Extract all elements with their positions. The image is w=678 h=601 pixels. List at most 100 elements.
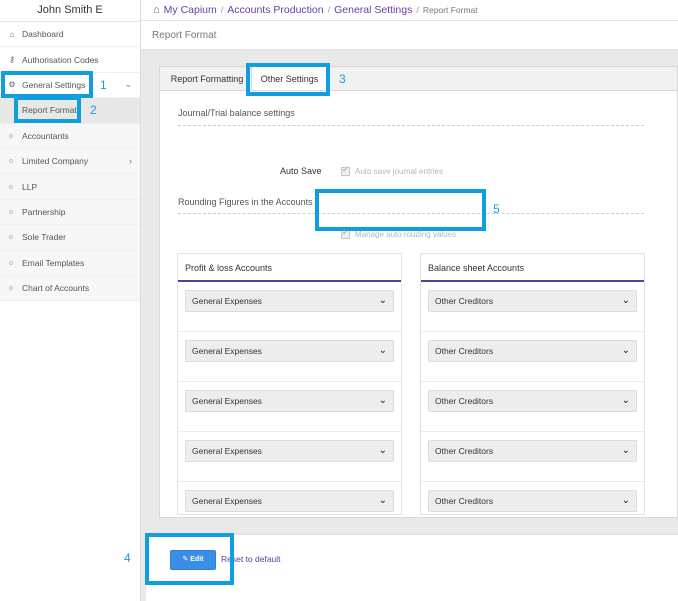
breadcrumb-current: Report Format: [422, 5, 478, 15]
balance-sheet-select[interactable]: Other Creditors ⌄: [428, 390, 637, 412]
profit-loss-select[interactable]: General Expenses ⌄: [185, 340, 394, 362]
list-item: Other Creditors ⌄: [421, 432, 644, 482]
balance-sheet-select[interactable]: Other Creditors ⌄: [428, 490, 637, 512]
sidebar-item-label: Accountants: [22, 130, 69, 141]
chevron-down-icon: ⌄: [378, 445, 387, 456]
auto-save-label: Auto Save: [280, 166, 322, 176]
breadcrumb-separator: /: [327, 5, 331, 15]
auto-save-checkbox-label: Auto save journal entries: [355, 167, 444, 176]
sidebar-item-label: Chart of Accounts: [22, 283, 90, 294]
tab-report-formatting[interactable]: Report Formatting: [164, 67, 250, 91]
callout-box-2: [14, 96, 81, 123]
sidebar-item-accountants[interactable]: Accountants: [0, 123, 140, 149]
sidebar-item-chart-of-accounts[interactable]: Chart of Accounts: [0, 275, 140, 302]
select-value: Other Creditors: [435, 446, 494, 456]
select-value: General Expenses: [192, 396, 262, 406]
chevron-down-icon: ⌄: [378, 495, 387, 506]
bullet-icon: [9, 133, 13, 138]
divider: [178, 125, 644, 126]
balance-sheet-select[interactable]: Other Creditors ⌄: [428, 340, 637, 362]
list-item: General Expenses ⌄: [178, 432, 401, 482]
profit-loss-select[interactable]: General Expenses ⌄: [185, 390, 394, 412]
sidebar-item-label: Partnership: [22, 206, 66, 217]
profit-loss-select[interactable]: General Expenses ⌄: [185, 490, 394, 512]
key-icon: ⚷: [9, 55, 15, 65]
sidebar-item-label: LLP: [22, 181, 38, 192]
callout-box-1: [1, 71, 93, 98]
list-item: General Expenses ⌄: [178, 332, 401, 382]
sidebar-item-label: Email Templates: [22, 257, 85, 268]
chevron-down-icon: ⌄: [621, 395, 630, 406]
home-icon: ⌂: [9, 29, 15, 39]
callout-box-4: [145, 533, 234, 585]
other-settings-panel: Journal/Trial balance settings Auto Save…: [159, 90, 678, 518]
user-name: John Smith E: [0, 0, 140, 22]
balance-sheet-select[interactable]: Other Creditors ⌄: [428, 290, 637, 312]
select-value: General Expenses: [192, 296, 262, 306]
select-value: Other Creditors: [435, 496, 494, 506]
callout-number-1: 1: [100, 78, 107, 92]
select-value: Other Creditors: [435, 396, 494, 406]
page-title: Report Format: [141, 20, 678, 50]
profit-loss-select[interactable]: General Expenses ⌄: [185, 440, 394, 462]
chevron-down-icon: ⌄: [124, 79, 132, 90]
sidebar-item-email-templates[interactable]: Email Templates: [0, 250, 140, 276]
callout-box-5: [315, 189, 486, 231]
chevron-down-icon: ⌄: [621, 495, 630, 506]
tab-bar: Report Formatting Other Settings: [159, 66, 678, 92]
select-value: Other Creditors: [435, 346, 494, 356]
bullet-icon: [9, 286, 13, 291]
profit-loss-select[interactable]: General Expenses ⌄: [185, 290, 394, 312]
chevron-down-icon: ⌄: [378, 345, 387, 356]
bullet-icon: [9, 159, 13, 164]
profit-loss-accounts: Profit & loss Accounts General Expenses ⌄…: [177, 253, 402, 515]
sidebar-item-dashboard[interactable]: ⌂ Dashboard: [0, 22, 140, 48]
list-item: Other Creditors ⌄: [421, 382, 644, 432]
rounding-section-title: Rounding Figures in the Accounts: [178, 197, 313, 207]
select-value: General Expenses: [192, 346, 262, 356]
breadcrumb-general-settings[interactable]: General Settings: [334, 4, 412, 16]
sidebar-item-authorisation-codes[interactable]: ⚷ Authorisation Codes: [0, 47, 140, 73]
select-value: Other Creditors: [435, 296, 494, 306]
profit-loss-header: Profit & loss Accounts: [178, 254, 401, 282]
sidebar-item-sole-trader[interactable]: Sole Trader: [0, 225, 140, 251]
bullet-icon: [9, 184, 13, 189]
bullet-icon: [9, 260, 13, 265]
list-item: General Expenses ⌄: [178, 482, 401, 532]
sidebar-item-limited-company[interactable]: Limited Company ›: [0, 148, 140, 175]
callout-number-3: 3: [339, 72, 346, 86]
callout-number-2: 2: [90, 103, 97, 117]
balance-sheet-accounts: Balance sheet Accounts Other Creditors ⌄ …: [420, 253, 645, 515]
breadcrumb-my-capium[interactable]: My Capium: [164, 4, 217, 16]
sidebar-item-label: Sole Trader: [22, 232, 66, 243]
breadcrumb-separator: /: [220, 5, 224, 15]
list-item: Other Creditors ⌄: [421, 282, 644, 332]
list-item: Other Creditors ⌄: [421, 482, 644, 532]
sidebar-item-partnership[interactable]: Partnership: [0, 199, 140, 226]
manage-rounding-checkbox-label: Manage auto rouding values: [355, 230, 456, 239]
chevron-down-icon: ⌄: [378, 395, 387, 406]
auto-save-checkbox[interactable]: [341, 165, 350, 176]
balance-sheet-select[interactable]: Other Creditors ⌄: [428, 440, 637, 462]
chevron-down-icon: ⌄: [621, 445, 630, 456]
balance-sheet-header: Balance sheet Accounts: [421, 254, 644, 282]
list-item: Other Creditors ⌄: [421, 332, 644, 382]
list-item: General Expenses ⌄: [178, 282, 401, 332]
chevron-down-icon: ⌄: [378, 295, 387, 306]
callout-number-4: 4: [124, 551, 131, 565]
settings-card: Report Formatting Other Settings Journal…: [159, 66, 678, 518]
bullet-icon: [9, 209, 13, 214]
chevron-down-icon: ⌄: [621, 345, 630, 356]
callout-box-3: [246, 63, 330, 96]
sidebar-item-label: Authorisation Codes: [22, 54, 99, 65]
sidebar-item-llp[interactable]: LLP: [0, 174, 140, 200]
select-value: General Expenses: [192, 496, 262, 506]
list-item: General Expenses ⌄: [178, 382, 401, 432]
sidebar-item-label: Dashboard: [22, 29, 64, 40]
chevron-down-icon: ⌄: [621, 295, 630, 306]
select-value: General Expenses: [192, 446, 262, 456]
breadcrumb-accounts-production[interactable]: Accounts Production: [227, 4, 323, 16]
home-icon[interactable]: ⌂: [153, 4, 160, 16]
manage-rounding-checkbox[interactable]: [341, 228, 350, 239]
breadcrumb: ⌂ My Capium / Accounts Production / Gene…: [141, 0, 678, 20]
